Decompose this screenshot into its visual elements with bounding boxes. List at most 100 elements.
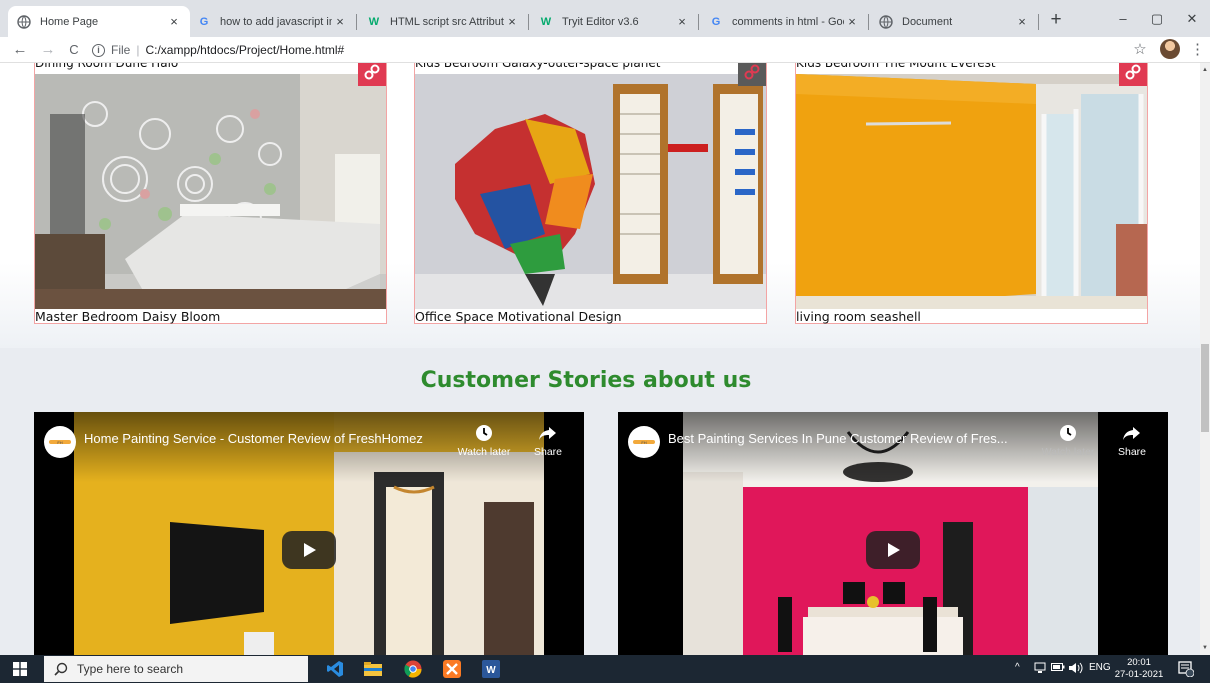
address-url[interactable]: C:/xampp/htdocs/Project/Home.html# bbox=[145, 43, 344, 57]
info-icon[interactable]: i bbox=[92, 43, 105, 57]
link-icon[interactable] bbox=[738, 63, 766, 86]
reload-button[interactable]: C bbox=[64, 40, 84, 60]
svg-text:FH: FH bbox=[641, 440, 646, 445]
chrome-icon[interactable] bbox=[402, 658, 424, 680]
tab-separator bbox=[528, 14, 529, 30]
section-title: Customer Stories about us bbox=[420, 368, 752, 393]
vscode-icon[interactable] bbox=[324, 658, 346, 680]
xampp-icon[interactable] bbox=[441, 658, 463, 680]
watch-later-button[interactable]: Watch later bbox=[1037, 424, 1099, 458]
tab-title: HTML script src Attribute bbox=[390, 15, 504, 28]
customer-stories-section: Customer Stories about us FH Home Painti… bbox=[0, 348, 1200, 655]
scrollbar-thumb[interactable] bbox=[1201, 344, 1209, 432]
tab-separator bbox=[1038, 14, 1039, 30]
gallery-card[interactable]: Dining Room Dune Halo Master Bedroom Dai… bbox=[34, 63, 387, 324]
windows-taskbar: Type here to search W ^ ENG 20:01 27-01-… bbox=[0, 655, 1210, 683]
link-icon[interactable] bbox=[358, 63, 386, 86]
menu-icon[interactable]: ⋮ bbox=[1190, 40, 1205, 58]
volume-icon[interactable] bbox=[1069, 662, 1083, 677]
close-tab-icon[interactable]: × bbox=[504, 14, 520, 29]
gallery-card[interactable]: Kids Bedroom The Mount Everest living ro… bbox=[795, 63, 1148, 324]
orange-wall-photo bbox=[796, 74, 1147, 309]
watch-later-label: Watch later bbox=[457, 446, 511, 458]
video-title[interactable]: Best Painting Services In Pune Customer … bbox=[668, 431, 1048, 446]
battery-icon[interactable] bbox=[1051, 662, 1065, 675]
tab-document[interactable]: Document × bbox=[870, 6, 1038, 37]
tab-title: Document bbox=[902, 15, 953, 28]
share-label: Share bbox=[1117, 446, 1147, 458]
maximize-button[interactable]: ▢ bbox=[1142, 8, 1172, 30]
video-embed[interactable]: FH Best Painting Services In Pune Custom… bbox=[618, 412, 1168, 655]
tray-chevron-icon[interactable]: ^ bbox=[1015, 662, 1020, 673]
share-button[interactable]: Share bbox=[1101, 424, 1163, 458]
play-button[interactable] bbox=[282, 531, 336, 569]
tab-title: comments in html - Google Se bbox=[732, 15, 844, 28]
tab-separator bbox=[698, 14, 699, 30]
gallery-card[interactable]: Kids Bedroom Galaxy-outer-space planet O… bbox=[414, 63, 767, 324]
close-tab-icon[interactable]: × bbox=[332, 14, 348, 29]
page-scrollbar[interactable]: ▲ ▼ bbox=[1200, 63, 1210, 655]
design-gallery: Dining Room Dune Halo Master Bedroom Dai… bbox=[0, 63, 1200, 348]
forward-button[interactable]: → bbox=[38, 40, 58, 60]
close-tab-icon[interactable]: × bbox=[1014, 14, 1030, 29]
tab-w3schools-script[interactable]: W HTML script src Attribute × bbox=[358, 6, 528, 37]
new-tab-button[interactable]: + bbox=[1046, 10, 1066, 30]
scroll-up-arrow-icon[interactable]: ▲ bbox=[1200, 65, 1210, 75]
link-icon[interactable] bbox=[1119, 63, 1147, 86]
network-icon[interactable] bbox=[1034, 662, 1046, 677]
globe-icon bbox=[16, 14, 32, 30]
back-button[interactable]: ← bbox=[10, 40, 30, 60]
address-bar[interactable]: i File | C:/xampp/htdocs/Project/Home.ht… bbox=[92, 39, 1132, 61]
bedroom-photo bbox=[35, 74, 386, 309]
file-explorer-icon[interactable] bbox=[362, 658, 384, 680]
tab-tryit-editor[interactable]: W Tryit Editor v3.6 × bbox=[530, 6, 698, 37]
minimize-button[interactable]: – bbox=[1108, 8, 1138, 30]
google-icon: G bbox=[711, 15, 721, 28]
tab-google-search[interactable]: G how to add javascript in html × bbox=[188, 6, 356, 37]
clock-time: 20:01 bbox=[1127, 657, 1151, 668]
watch-later-label: Watch later bbox=[1041, 446, 1095, 458]
word-icon[interactable]: W bbox=[480, 658, 502, 680]
share-label: Share bbox=[533, 446, 563, 458]
video-embed[interactable]: FH Home Painting Service - Customer Revi… bbox=[34, 412, 584, 655]
screen: Home Page × G how to add javascript in h… bbox=[0, 0, 1210, 683]
card-top-caption: Kids Bedroom Galaxy-outer-space planet bbox=[415, 63, 661, 70]
notification-center-icon[interactable] bbox=[1178, 661, 1195, 678]
tab-home-page[interactable]: Home Page × bbox=[8, 6, 190, 37]
bookmark-star-icon[interactable]: ☆ bbox=[1131, 40, 1149, 58]
browser-tab-strip: Home Page × G how to add javascript in h… bbox=[0, 0, 1210, 37]
address-separator: | bbox=[136, 43, 140, 57]
close-window-button[interactable]: ✕ bbox=[1177, 8, 1207, 30]
taskbar-search[interactable]: Type here to search bbox=[44, 656, 308, 682]
channel-avatar[interactable]: FH bbox=[628, 426, 660, 458]
web-page: Dining Room Dune Halo Master Bedroom Dai… bbox=[0, 63, 1200, 655]
card-caption: living room seashell bbox=[796, 309, 921, 324]
tab-separator bbox=[356, 14, 357, 30]
language-indicator[interactable]: ENG bbox=[1089, 662, 1111, 673]
share-arrow-icon bbox=[1101, 424, 1163, 446]
search-icon bbox=[54, 662, 68, 676]
system-clock[interactable]: 20:01 27-01-2021 bbox=[1113, 657, 1165, 681]
watch-later-button[interactable]: Watch later bbox=[453, 424, 515, 458]
tab-title: Home Page bbox=[40, 15, 99, 28]
play-button[interactable] bbox=[866, 531, 920, 569]
address-scheme: File bbox=[111, 43, 131, 57]
tab-google-comments[interactable]: G comments in html - Google Se × bbox=[700, 6, 868, 37]
close-tab-icon[interactable]: × bbox=[844, 14, 860, 29]
google-icon: G bbox=[199, 15, 209, 28]
share-arrow-icon bbox=[517, 424, 579, 446]
tab-separator bbox=[868, 14, 869, 30]
close-tab-icon[interactable]: × bbox=[166, 14, 182, 29]
scroll-down-arrow-icon[interactable]: ▼ bbox=[1200, 643, 1210, 653]
w3schools-icon: W bbox=[368, 15, 380, 28]
card-caption: Master Bedroom Daisy Bloom bbox=[35, 309, 221, 324]
browser-toolbar: ← → C i File | C:/xampp/htdocs/Project/H… bbox=[0, 37, 1210, 63]
svg-text:FH: FH bbox=[57, 440, 62, 445]
video-title[interactable]: Home Painting Service - Customer Review … bbox=[84, 431, 464, 446]
windows-start-icon[interactable] bbox=[13, 662, 27, 676]
share-button[interactable]: Share bbox=[517, 424, 579, 458]
profile-avatar[interactable] bbox=[1160, 39, 1180, 59]
channel-avatar[interactable]: FH bbox=[44, 426, 76, 458]
tab-title: Tryit Editor v3.6 bbox=[562, 15, 639, 28]
close-tab-icon[interactable]: × bbox=[674, 14, 690, 29]
